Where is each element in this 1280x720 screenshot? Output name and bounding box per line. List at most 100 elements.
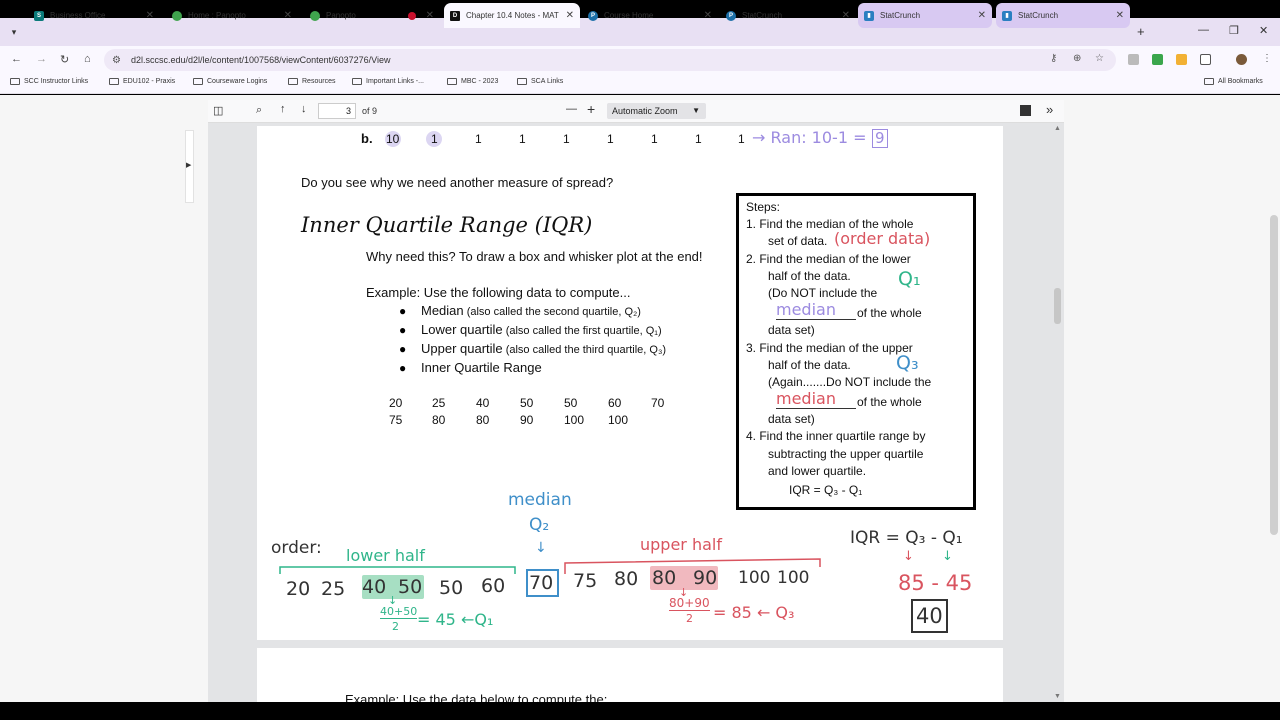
- close-tab-icon[interactable]: ✕: [284, 10, 292, 21]
- ordered-value: 100: [738, 568, 771, 588]
- bookmark-scc-instructor-links[interactable]: SCC Instructor Links: [10, 78, 88, 85]
- tab-label: Course Home: [604, 11, 654, 20]
- hand-upper-half: upper half: [640, 535, 722, 554]
- ordered-value: 90: [693, 567, 718, 589]
- tab-statcrunch-2[interactable]: ▮ StatCrunch ✕: [858, 3, 992, 28]
- new-tab-button[interactable]: +: [1137, 24, 1145, 39]
- tab-statcrunch-1[interactable]: P StatCrunch ✕: [720, 3, 856, 28]
- site-info-icon[interactable]: ⚙: [112, 55, 121, 66]
- scroll-up-icon[interactable]: ▲: [1054, 125, 1061, 132]
- close-tab-icon[interactable]: ✕: [146, 10, 154, 21]
- bookmark-resources[interactable]: Resources: [288, 78, 335, 85]
- tab-course-home[interactable]: P Course Home ✕: [582, 3, 718, 28]
- extension-icon[interactable]: [1128, 54, 1139, 65]
- step-line: 2. Find the median of the lower: [746, 252, 911, 266]
- pearson-icon: P: [726, 10, 736, 21]
- row-b-value: 1: [738, 132, 745, 146]
- profile-avatar[interactable]: [1236, 54, 1247, 65]
- step-line: set of data.: [768, 234, 828, 248]
- hand-median-2: median: [776, 389, 856, 409]
- tab-chapter-notes[interactable]: D Chapter 10.4 Notes - MAT ✕: [444, 3, 580, 28]
- bookmark-mbc[interactable]: MBC - 2023: [447, 78, 498, 85]
- tab-home-panopto[interactable]: Home : Panopto ✕: [166, 3, 298, 28]
- bookmark-star-icon[interactable]: ☆: [1095, 53, 1104, 64]
- close-tab-icon[interactable]: ✕: [426, 10, 434, 21]
- pdf-scroll-thumb[interactable]: [1054, 288, 1061, 324]
- all-bookmarks[interactable]: All Bookmarks: [1204, 78, 1263, 85]
- back-button[interactable]: ←: [11, 53, 22, 65]
- sidebar-toggle-icon[interactable]: ◫: [213, 104, 223, 117]
- tab-panopto[interactable]: Panopto ✕: [304, 3, 440, 28]
- step-line: of the whole: [857, 395, 922, 409]
- close-tab-icon[interactable]: ✕: [978, 10, 986, 21]
- bullet-dot: ●: [399, 304, 407, 318]
- range-note: → Ran: 10-1 =: [752, 128, 867, 147]
- browser-menu-icon[interactable]: ⋮: [1262, 53, 1272, 64]
- pdf-scrollbar[interactable]: [1053, 123, 1062, 702]
- folder-icon: [109, 78, 119, 85]
- recording-icon: [407, 11, 416, 20]
- bullet-dot: ●: [399, 342, 407, 356]
- reload-button[interactable]: ↻: [60, 53, 69, 66]
- close-tab-icon[interactable]: ✕: [1116, 10, 1124, 21]
- extensions-puzzle-icon[interactable]: [1200, 54, 1211, 65]
- extension-icon[interactable]: [1176, 54, 1187, 65]
- step-line: 4. Find the inner quartile range by: [746, 429, 926, 443]
- tab-statcrunch-3[interactable]: ▮ StatCrunch ✕: [996, 3, 1130, 28]
- tab-label: StatCrunch: [880, 11, 921, 20]
- scroll-down-icon[interactable]: ▼: [1054, 693, 1061, 700]
- bookmark-edu102[interactable]: EDU102 - Praxis: [109, 78, 175, 85]
- hand-q3: Q₃: [896, 352, 919, 374]
- bookmark-label: EDU102 - Praxis: [123, 78, 176, 85]
- tab-search-icon[interactable]: ▾: [5, 23, 23, 41]
- bullet-dot: ●: [399, 361, 407, 375]
- panopto-icon: [172, 10, 182, 21]
- editor-icon[interactable]: [1020, 105, 1031, 116]
- minimize-button[interactable]: —: [1198, 24, 1209, 36]
- tab-label: StatCrunch: [742, 11, 783, 20]
- next-page-button[interactable]: ↓: [301, 103, 307, 115]
- close-tab-icon[interactable]: ✕: [704, 10, 712, 21]
- home-button[interactable]: ⌂: [84, 53, 91, 65]
- bookmark-sca-links[interactable]: SCA Links: [517, 78, 563, 85]
- row-b-value: 1: [651, 132, 658, 146]
- page-number-input[interactable]: 3: [318, 103, 356, 119]
- close-window-button[interactable]: ✕: [1259, 24, 1268, 37]
- folder-icon: [352, 78, 362, 85]
- bullet-median: Median (also called the second quartile,…: [421, 303, 641, 318]
- hand-q2-label: Q₂: [529, 515, 550, 535]
- ordered-value: 50: [398, 576, 423, 598]
- data-value: 50: [520, 396, 534, 410]
- zoom-icon[interactable]: ⊕: [1073, 53, 1081, 64]
- bookmark-important-links[interactable]: Important Links -...: [352, 78, 424, 85]
- password-key-icon[interactable]: ⚷: [1050, 53, 1057, 64]
- tab-label: Chapter 10.4 Notes - MAT: [466, 11, 559, 20]
- close-tab-icon[interactable]: ✕: [566, 10, 574, 21]
- zoom-out-button[interactable]: —: [566, 103, 577, 115]
- page-scroll-thumb[interactable]: [1270, 215, 1278, 535]
- d2l-icon: D: [450, 10, 460, 21]
- ordered-value: 80: [614, 568, 639, 590]
- tab-label: Business Office: [50, 11, 106, 20]
- forward-button[interactable]: →: [36, 53, 47, 65]
- close-tab-icon[interactable]: ✕: [842, 10, 850, 21]
- zoom-select[interactable]: Automatic Zoom ▼: [607, 103, 706, 119]
- bookmark-courseware-logins[interactable]: Courseware Logins: [193, 78, 267, 85]
- zoom-in-button[interactable]: +: [587, 101, 595, 117]
- maximize-button[interactable]: ❐: [1229, 24, 1239, 37]
- tab-business-office[interactable]: S Business Office ✕: [28, 3, 160, 28]
- lower-calc-numerator: 40+50: [380, 605, 418, 619]
- bullet-dot: ●: [399, 323, 407, 337]
- data-value: 80: [476, 413, 490, 427]
- tools-menu-icon[interactable]: »: [1046, 102, 1053, 117]
- previous-page-button[interactable]: ↑: [280, 103, 286, 115]
- hand-median-1: median: [776, 300, 856, 320]
- address-bar[interactable]: ⚙ d2l.sccsc.edu/d2l/le/content/1007568/v…: [104, 49, 1116, 71]
- arrow-down-icon: ↓: [942, 549, 953, 564]
- bookmark-label: MBC - 2023: [461, 78, 499, 85]
- row-b-value: 1: [607, 132, 614, 146]
- folder-icon: [1204, 78, 1214, 85]
- row-b-value: 1: [431, 132, 438, 146]
- extension-icon[interactable]: [1152, 54, 1163, 65]
- find-search-icon[interactable]: ⌕: [256, 104, 262, 117]
